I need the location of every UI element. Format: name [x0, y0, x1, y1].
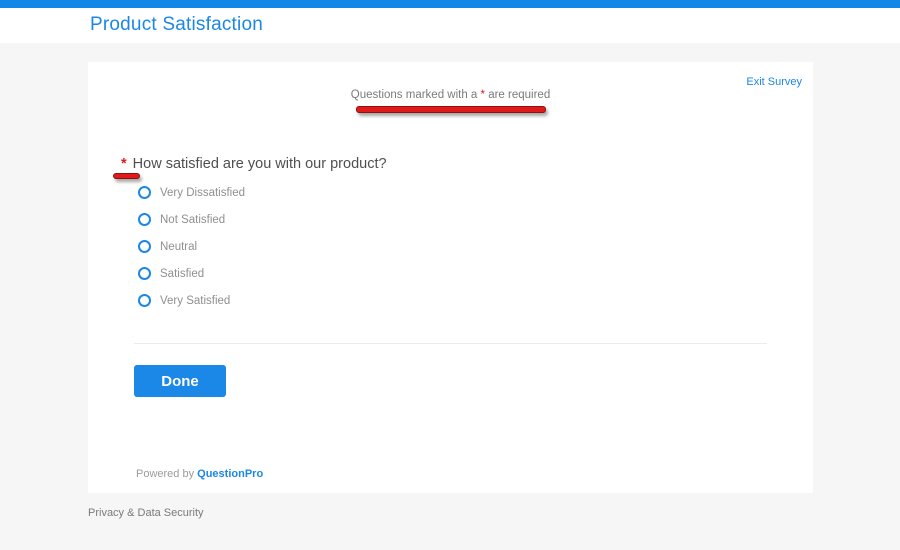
questionpro-brand-link[interactable]: QuestionPro [197, 468, 263, 480]
question-text: * How satisfied are you with our product? [121, 156, 387, 172]
header-bar: Product Satisfaction [0, 8, 900, 43]
answer-options: Very Dissatisfied Not Satisfied Neutral … [138, 186, 245, 321]
survey-page: Product Satisfaction Exit Survey Questio… [0, 0, 900, 550]
option-label: Not Satisfied [160, 213, 226, 226]
powered-by: Powered by QuestionPro [136, 468, 263, 480]
required-note-suffix: are required [485, 89, 551, 101]
survey-card: Exit Survey Questions marked with a * ar… [88, 62, 813, 493]
option-neutral[interactable]: Neutral [138, 240, 245, 253]
red-underline-annotation-note [356, 106, 546, 113]
question-required-asterisk: * [121, 156, 127, 172]
required-note: Questions marked with a * are required [88, 89, 813, 101]
option-label: Satisfied [160, 267, 205, 280]
radio-icon[interactable] [138, 213, 151, 226]
option-label: Neutral [160, 240, 198, 253]
option-label: Very Satisfied [160, 294, 231, 307]
powered-by-prefix: Powered by [136, 468, 198, 480]
required-note-prefix: Questions marked with a [350, 89, 481, 101]
option-satisfied[interactable]: Satisfied [138, 267, 245, 280]
question-label: How satisfied are you with our product? [132, 156, 387, 172]
option-very-dissatisfied[interactable]: Very Dissatisfied [138, 186, 245, 199]
top-accent-bar [0, 0, 900, 8]
privacy-data-security-link[interactable]: Privacy & Data Security [88, 507, 204, 519]
radio-icon[interactable] [138, 240, 151, 253]
exit-survey-link[interactable]: Exit Survey [746, 76, 802, 88]
radio-icon[interactable] [138, 267, 151, 280]
radio-icon[interactable] [138, 294, 151, 307]
radio-icon[interactable] [138, 186, 151, 199]
page-title: Product Satisfaction [90, 14, 263, 35]
section-divider [134, 343, 767, 344]
done-button[interactable]: Done [134, 365, 226, 397]
option-label: Very Dissatisfied [160, 186, 246, 199]
option-very-satisfied[interactable]: Very Satisfied [138, 294, 245, 307]
red-underline-annotation-asterisk [113, 173, 140, 179]
option-not-satisfied[interactable]: Not Satisfied [138, 213, 245, 226]
